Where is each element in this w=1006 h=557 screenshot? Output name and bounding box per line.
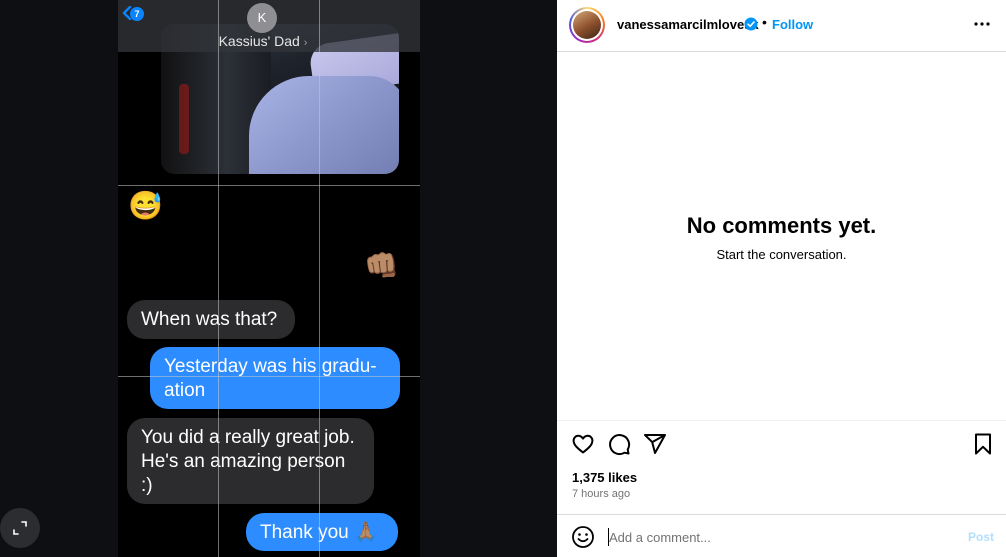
message-outgoing: Yesterday was his gradu-ation [150, 347, 400, 409]
emoji-picker-icon[interactable] [571, 525, 595, 549]
comment-input[interactable] [609, 524, 949, 550]
message-outgoing: Thank you 🙏🏽 [246, 513, 398, 551]
post-side-panel: vanessamarcilmlovesk • Follow No comment… [557, 0, 1006, 557]
post-timestamp[interactable]: 7 hours ago [572, 488, 630, 500]
username-link[interactable]: vanessamarcilmlovesk [617, 17, 759, 32]
bookmark-icon[interactable] [971, 432, 995, 456]
knee [249, 76, 399, 174]
post-header: vanessamarcilmlovesk • Follow [557, 0, 1006, 52]
contact-name-text: Kassius' Dad [218, 33, 300, 49]
grid-line-horizontal [118, 185, 420, 186]
grid-line-vertical [319, 0, 320, 557]
conversation-header: 7 K Kassius' Dad › [118, 0, 420, 52]
message-screenshot: 7 K Kassius' Dad › 😅 👊🏽 When was that? Y… [118, 0, 420, 557]
expand-icon [13, 521, 27, 535]
more-options-icon[interactable] [971, 14, 993, 34]
no-comments-subtitle: Start the conversation. [716, 247, 847, 262]
avatar-image [573, 11, 601, 39]
follow-button[interactable]: Follow [772, 17, 813, 32]
fist-bump-emoji: 👊🏽 [364, 250, 399, 281]
message-incoming: When was that? [127, 300, 295, 339]
post-comment-button[interactable]: Post [968, 530, 994, 544]
contact-avatar: K [247, 3, 277, 33]
unread-badge: 7 [130, 7, 144, 21]
no-comments-title: No comments yet. [686, 213, 877, 238]
profile-avatar[interactable] [569, 7, 605, 43]
likes-count[interactable]: 1,375 likes [572, 470, 637, 485]
divider [557, 420, 1006, 421]
grid-line-horizontal [118, 376, 420, 377]
comment-icon[interactable] [607, 432, 631, 456]
contact-name: Kassius' Dad › [178, 33, 348, 49]
post-viewer: 7 K Kassius' Dad › 😅 👊🏽 When was that? Y… [0, 0, 1006, 557]
message-incoming: You did a really great job. He's an amaz… [127, 418, 374, 504]
verified-badge-icon [744, 17, 758, 31]
grid-line-vertical [218, 0, 219, 557]
expand-button[interactable] [0, 508, 40, 548]
share-icon[interactable] [643, 432, 667, 456]
comment-bar: Post [557, 514, 1006, 557]
separator-dot: • [762, 14, 767, 30]
avatar-inner [571, 9, 603, 41]
car-light [179, 84, 189, 154]
chevron-right-icon: › [303, 37, 308, 49]
sweat-smile-emoji: 😅 [128, 190, 163, 221]
heart-icon[interactable] [571, 432, 595, 456]
post-media[interactable]: 7 K Kassius' Dad › 😅 👊🏽 When was that? Y… [0, 0, 557, 557]
